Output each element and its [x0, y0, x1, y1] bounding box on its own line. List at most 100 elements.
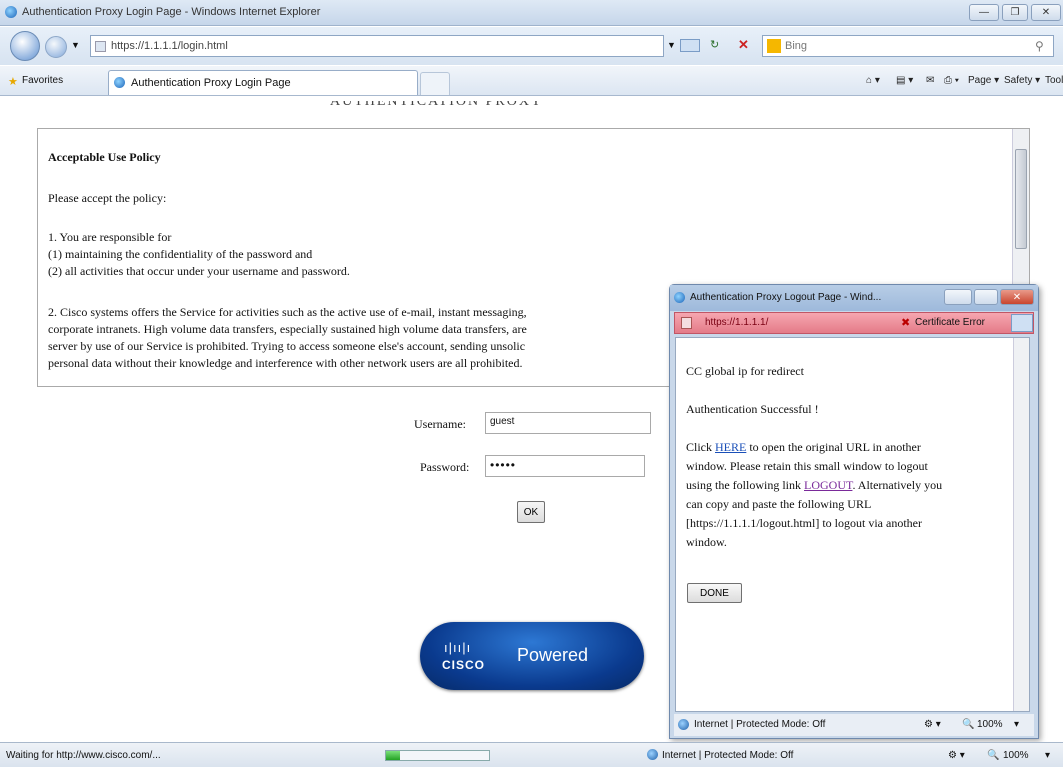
logout-url-text: [https://1.1.1.1/logout.html] to logout … [686, 516, 922, 530]
retain-window-text: window. Please retain this small window … [686, 459, 928, 473]
username-label: Username: [414, 417, 466, 431]
back-button[interactable] [10, 31, 40, 61]
close-button[interactable]: ✕ [1031, 4, 1061, 21]
redirect-text: CC global ip for redirect [686, 364, 804, 378]
ok-button[interactable]: OK [517, 501, 545, 523]
policy-intro: Please accept the policy: [48, 191, 167, 205]
popup-compatibility-icon[interactable] [1011, 314, 1033, 332]
popup-close-button[interactable]: ✕ [1000, 289, 1034, 305]
bing-icon [767, 39, 781, 53]
print-icon[interactable]: ⎙ ▾ [944, 75, 959, 86]
minimize-button[interactable]: — [969, 4, 999, 21]
cisco-brand-text: CISCO [442, 658, 486, 672]
policy-item-2-line3: server by use of our Service is prohibit… [48, 339, 526, 353]
policy-item-2-line2: corporate intranets. High volume data tr… [48, 322, 527, 336]
status-text: Waiting for http://www.cisco.com/... [6, 750, 161, 761]
popup-page-icon [681, 317, 692, 329]
password-label: Password: [420, 460, 470, 474]
popup-ie-icon [674, 292, 685, 303]
policy-heading: Acceptable Use Policy [48, 150, 161, 164]
username-input[interactable]: guest [485, 412, 651, 434]
password-input[interactable]: ••••• [485, 455, 645, 477]
feeds-icon[interactable]: ▤ ▾ [896, 75, 913, 86]
cisco-powered-logo: ı|ıı|ı CISCO Powered [420, 622, 644, 690]
popup-url: https://1.1.1.1/ [705, 317, 769, 328]
success-text: Authentication Successful ! [686, 402, 819, 416]
policy-item-2-line4: personal data without their knowledge an… [48, 356, 523, 370]
click-prefix: Click [686, 440, 715, 454]
navigation-bar: ▼ https://1.1.1.1/login.html ▼ ↻ ✕ Bing … [0, 27, 1063, 65]
popup-address-bar[interactable]: https://1.1.1.1/ ✖ Certificate Error [674, 312, 1034, 334]
cisco-bars-icon: ı|ıı|ı [444, 640, 472, 655]
certificate-error-button[interactable]: Certificate Error [915, 317, 985, 328]
stop-icon[interactable]: ✕ [738, 37, 749, 53]
logout-line: using the following link LOGOUT. Alterna… [686, 478, 942, 493]
search-placeholder: Bing [785, 40, 808, 52]
home-icon[interactable]: ⌂ ▾ [866, 75, 880, 86]
using-prefix: using the following link [686, 478, 804, 492]
compatibility-view-icon[interactable] [680, 39, 700, 52]
policy-item-1a: (1) maintaining the confidentiality of t… [48, 247, 313, 261]
tab-page-icon [114, 77, 125, 88]
forward-button[interactable] [45, 36, 67, 58]
popup-globe-icon [678, 719, 689, 730]
tools-menu[interactable]: Tools ▾ [1045, 75, 1063, 86]
address-field[interactable]: https://1.1.1.1/login.html [90, 35, 664, 57]
copy-url-text: can copy and paste the following URL [686, 497, 872, 511]
popup-scrollbar[interactable] [1013, 338, 1029, 711]
popup-zoom-level[interactable]: 100% [977, 719, 1003, 730]
search-icon[interactable]: ⚲ [1035, 39, 1044, 53]
popup-minimize-button[interactable] [944, 289, 972, 305]
progress-fill [386, 751, 401, 760]
tab-authentication-proxy-login[interactable]: Authentication Proxy Login Page [108, 70, 418, 95]
tab-title: Authentication Proxy Login Page [131, 77, 291, 89]
favorites-bar: ★ Favorites Authentication Proxy Login P… [0, 66, 1063, 96]
new-tab-button[interactable] [420, 72, 450, 95]
zoom-level[interactable]: 100% [1003, 750, 1029, 761]
refresh-icon[interactable]: ↻ [710, 38, 719, 51]
logout-link[interactable]: LOGOUT [804, 478, 852, 492]
zone-text: Internet | Protected Mode: Off [662, 750, 794, 761]
policy-item-1b: (2) all activities that occur under your… [48, 264, 350, 278]
popup-zone-text: Internet | Protected Mode: Off [694, 719, 826, 730]
clipped-page-header: AUTHENTICATION PROXY [330, 101, 544, 109]
window-titlebar: Authentication Proxy Login Page - Window… [0, 0, 1063, 26]
policy-scroll-thumb[interactable] [1015, 149, 1027, 249]
favorites-star-icon: ★ [8, 76, 18, 88]
using-suffix: . Alternatively you [852, 478, 943, 492]
click-suffix: to open the original URL in another [746, 440, 921, 454]
internet-zone-globe-icon [647, 749, 658, 760]
here-link[interactable]: HERE [715, 440, 746, 454]
policy-item-2-line1: 2. Cisco systems offers the Service for … [48, 305, 527, 319]
popup-content: CC global ip for redirect Authentication… [675, 337, 1030, 712]
page-menu[interactable]: Page ▾ [968, 75, 999, 86]
popup-maximize-button[interactable] [974, 289, 998, 305]
recent-pages-dropdown-icon[interactable]: ▼ [71, 40, 80, 50]
logout-popup-window: Authentication Proxy Logout Page - Wind.… [669, 284, 1039, 739]
zone-settings-icon[interactable]: ⚙ ▾ [948, 750, 965, 761]
favorites-button[interactable]: Favorites [22, 75, 63, 86]
popup-title: Authentication Proxy Logout Page - Wind.… [690, 292, 882, 303]
policy-item-1: 1. You are responsible for [48, 230, 172, 244]
window-text: window. [686, 535, 727, 549]
popup-titlebar: Authentication Proxy Logout Page - Wind.… [670, 285, 1038, 311]
popup-zoom-icon: 🔍 [962, 719, 975, 730]
click-line: Click HERE to open the original URL in a… [686, 440, 921, 455]
address-dropdown-icon[interactable]: ▼ [667, 40, 676, 50]
zoom-icon: 🔍 [987, 750, 1000, 761]
popup-status-bar: Internet | Protected Mode: Off ⚙ ▾ 🔍 100… [674, 714, 1034, 736]
certificate-warning-icon: ✖ [901, 317, 911, 329]
search-field[interactable]: Bing ⚲ [762, 35, 1054, 57]
maximize-button[interactable]: ❐ [1002, 4, 1028, 21]
powered-text: Powered [517, 645, 589, 665]
address-url: https://1.1.1.1/login.html [111, 40, 228, 52]
popup-zone-settings-icon[interactable]: ⚙ ▾ [924, 719, 941, 730]
mail-icon[interactable]: ✉ [926, 75, 934, 86]
safety-menu[interactable]: Safety ▾ [1004, 75, 1040, 86]
status-bar: Waiting for http://www.cisco.com/... Int… [0, 742, 1063, 767]
page-icon [95, 41, 106, 52]
progress-bar [385, 750, 490, 761]
zoom-dropdown-icon[interactable]: ▾ [1045, 750, 1050, 761]
done-button[interactable]: DONE [687, 583, 742, 603]
popup-zoom-dropdown-icon[interactable]: ▾ [1014, 719, 1019, 730]
